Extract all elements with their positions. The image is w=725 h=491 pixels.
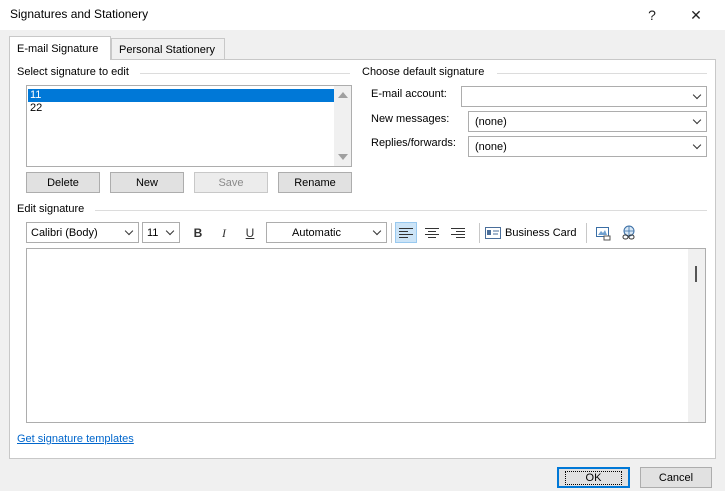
- help-button[interactable]: ?: [632, 0, 672, 30]
- save-button[interactable]: Save: [194, 172, 268, 193]
- toolbar-separator: [479, 223, 480, 243]
- scroll-down-icon[interactable]: [338, 154, 348, 160]
- chevron-down-icon: [688, 87, 706, 106]
- chevron-down-icon: [120, 223, 138, 242]
- new-messages-value: (none): [475, 115, 507, 128]
- font-color-dropdown[interactable]: Automatic: [266, 222, 387, 243]
- replies-forwards-label: Replies/forwards:: [371, 137, 456, 149]
- align-right-icon: [451, 227, 465, 238]
- align-left-icon: [399, 227, 413, 238]
- close-button[interactable]: ✕: [676, 0, 716, 30]
- signature-listbox[interactable]: 11 22: [26, 85, 352, 167]
- replies-forwards-dropdown[interactable]: (none): [468, 136, 707, 157]
- close-icon: ✕: [690, 6, 702, 23]
- edit-signature-label: Edit signature: [17, 203, 85, 215]
- chevron-down-icon: [368, 223, 386, 242]
- signature-editor[interactable]: [26, 248, 706, 423]
- tab-personal-stationery[interactable]: Personal Stationery: [111, 38, 225, 60]
- scroll-up-icon[interactable]: [338, 92, 348, 98]
- hyperlink-icon: [622, 225, 635, 239]
- toolbar-separator: [586, 223, 587, 243]
- bold-button[interactable]: B: [188, 223, 208, 243]
- font-value: Calibri (Body): [31, 226, 98, 239]
- business-card-label: Business Card: [505, 226, 577, 239]
- scroll-thumb[interactable]: [695, 266, 697, 282]
- business-card-icon: [485, 226, 501, 239]
- email-account-label: E-mail account:: [371, 88, 447, 100]
- ok-label: OK: [564, 470, 623, 485]
- delete-button[interactable]: Delete: [26, 172, 100, 193]
- font-dropdown[interactable]: Calibri (Body): [26, 222, 139, 243]
- chevron-down-icon: [161, 223, 179, 242]
- align-center-icon: [425, 227, 439, 238]
- divider: [497, 73, 707, 74]
- new-messages-label: New messages:: [371, 113, 450, 125]
- underline-button[interactable]: U: [240, 223, 260, 243]
- divider: [140, 73, 350, 74]
- get-signature-templates-link[interactable]: Get signature templates: [17, 433, 134, 445]
- vertical-scrollbar[interactable]: [334, 86, 351, 166]
- chevron-down-icon: [688, 137, 706, 156]
- cancel-button[interactable]: Cancel: [640, 467, 712, 488]
- new-messages-dropdown[interactable]: (none): [468, 111, 707, 132]
- list-item[interactable]: 22: [28, 102, 334, 115]
- font-color-value: Automatic: [292, 226, 341, 239]
- editor-scrollbar[interactable]: [688, 249, 705, 422]
- new-button[interactable]: New: [110, 172, 184, 193]
- list-item[interactable]: 11: [28, 89, 334, 102]
- tab-email-signature[interactable]: E-mail Signature: [9, 36, 111, 60]
- insert-picture-icon: [596, 226, 611, 240]
- italic-button[interactable]: I: [214, 223, 234, 243]
- chevron-down-icon: [688, 112, 706, 131]
- font-size-dropdown[interactable]: 11: [142, 222, 180, 243]
- ok-button[interactable]: OK: [557, 467, 630, 488]
- replies-forwards-value: (none): [475, 140, 507, 153]
- default-signature-label: Choose default signature: [362, 66, 485, 78]
- insert-picture-button[interactable]: [592, 222, 614, 243]
- align-right-button[interactable]: [447, 222, 469, 243]
- email-account-dropdown[interactable]: [461, 86, 707, 107]
- divider: [95, 210, 707, 211]
- toolbar-separator: [391, 223, 392, 243]
- align-center-button[interactable]: [421, 222, 443, 243]
- help-icon: ?: [648, 7, 656, 23]
- select-signature-label: Select signature to edit: [17, 66, 129, 78]
- insert-hyperlink-button[interactable]: [618, 222, 640, 243]
- tab-label: E-mail Signature: [17, 42, 99, 55]
- align-left-button[interactable]: [395, 222, 417, 243]
- tab-label: Personal Stationery: [119, 43, 215, 56]
- title-bar: Signatures and Stationery ? ✕: [0, 0, 725, 30]
- business-card-button[interactable]: Business Card: [485, 222, 577, 243]
- window-title: Signatures and Stationery: [10, 7, 149, 21]
- rename-button[interactable]: Rename: [278, 172, 352, 193]
- font-size-value: 11: [147, 226, 159, 239]
